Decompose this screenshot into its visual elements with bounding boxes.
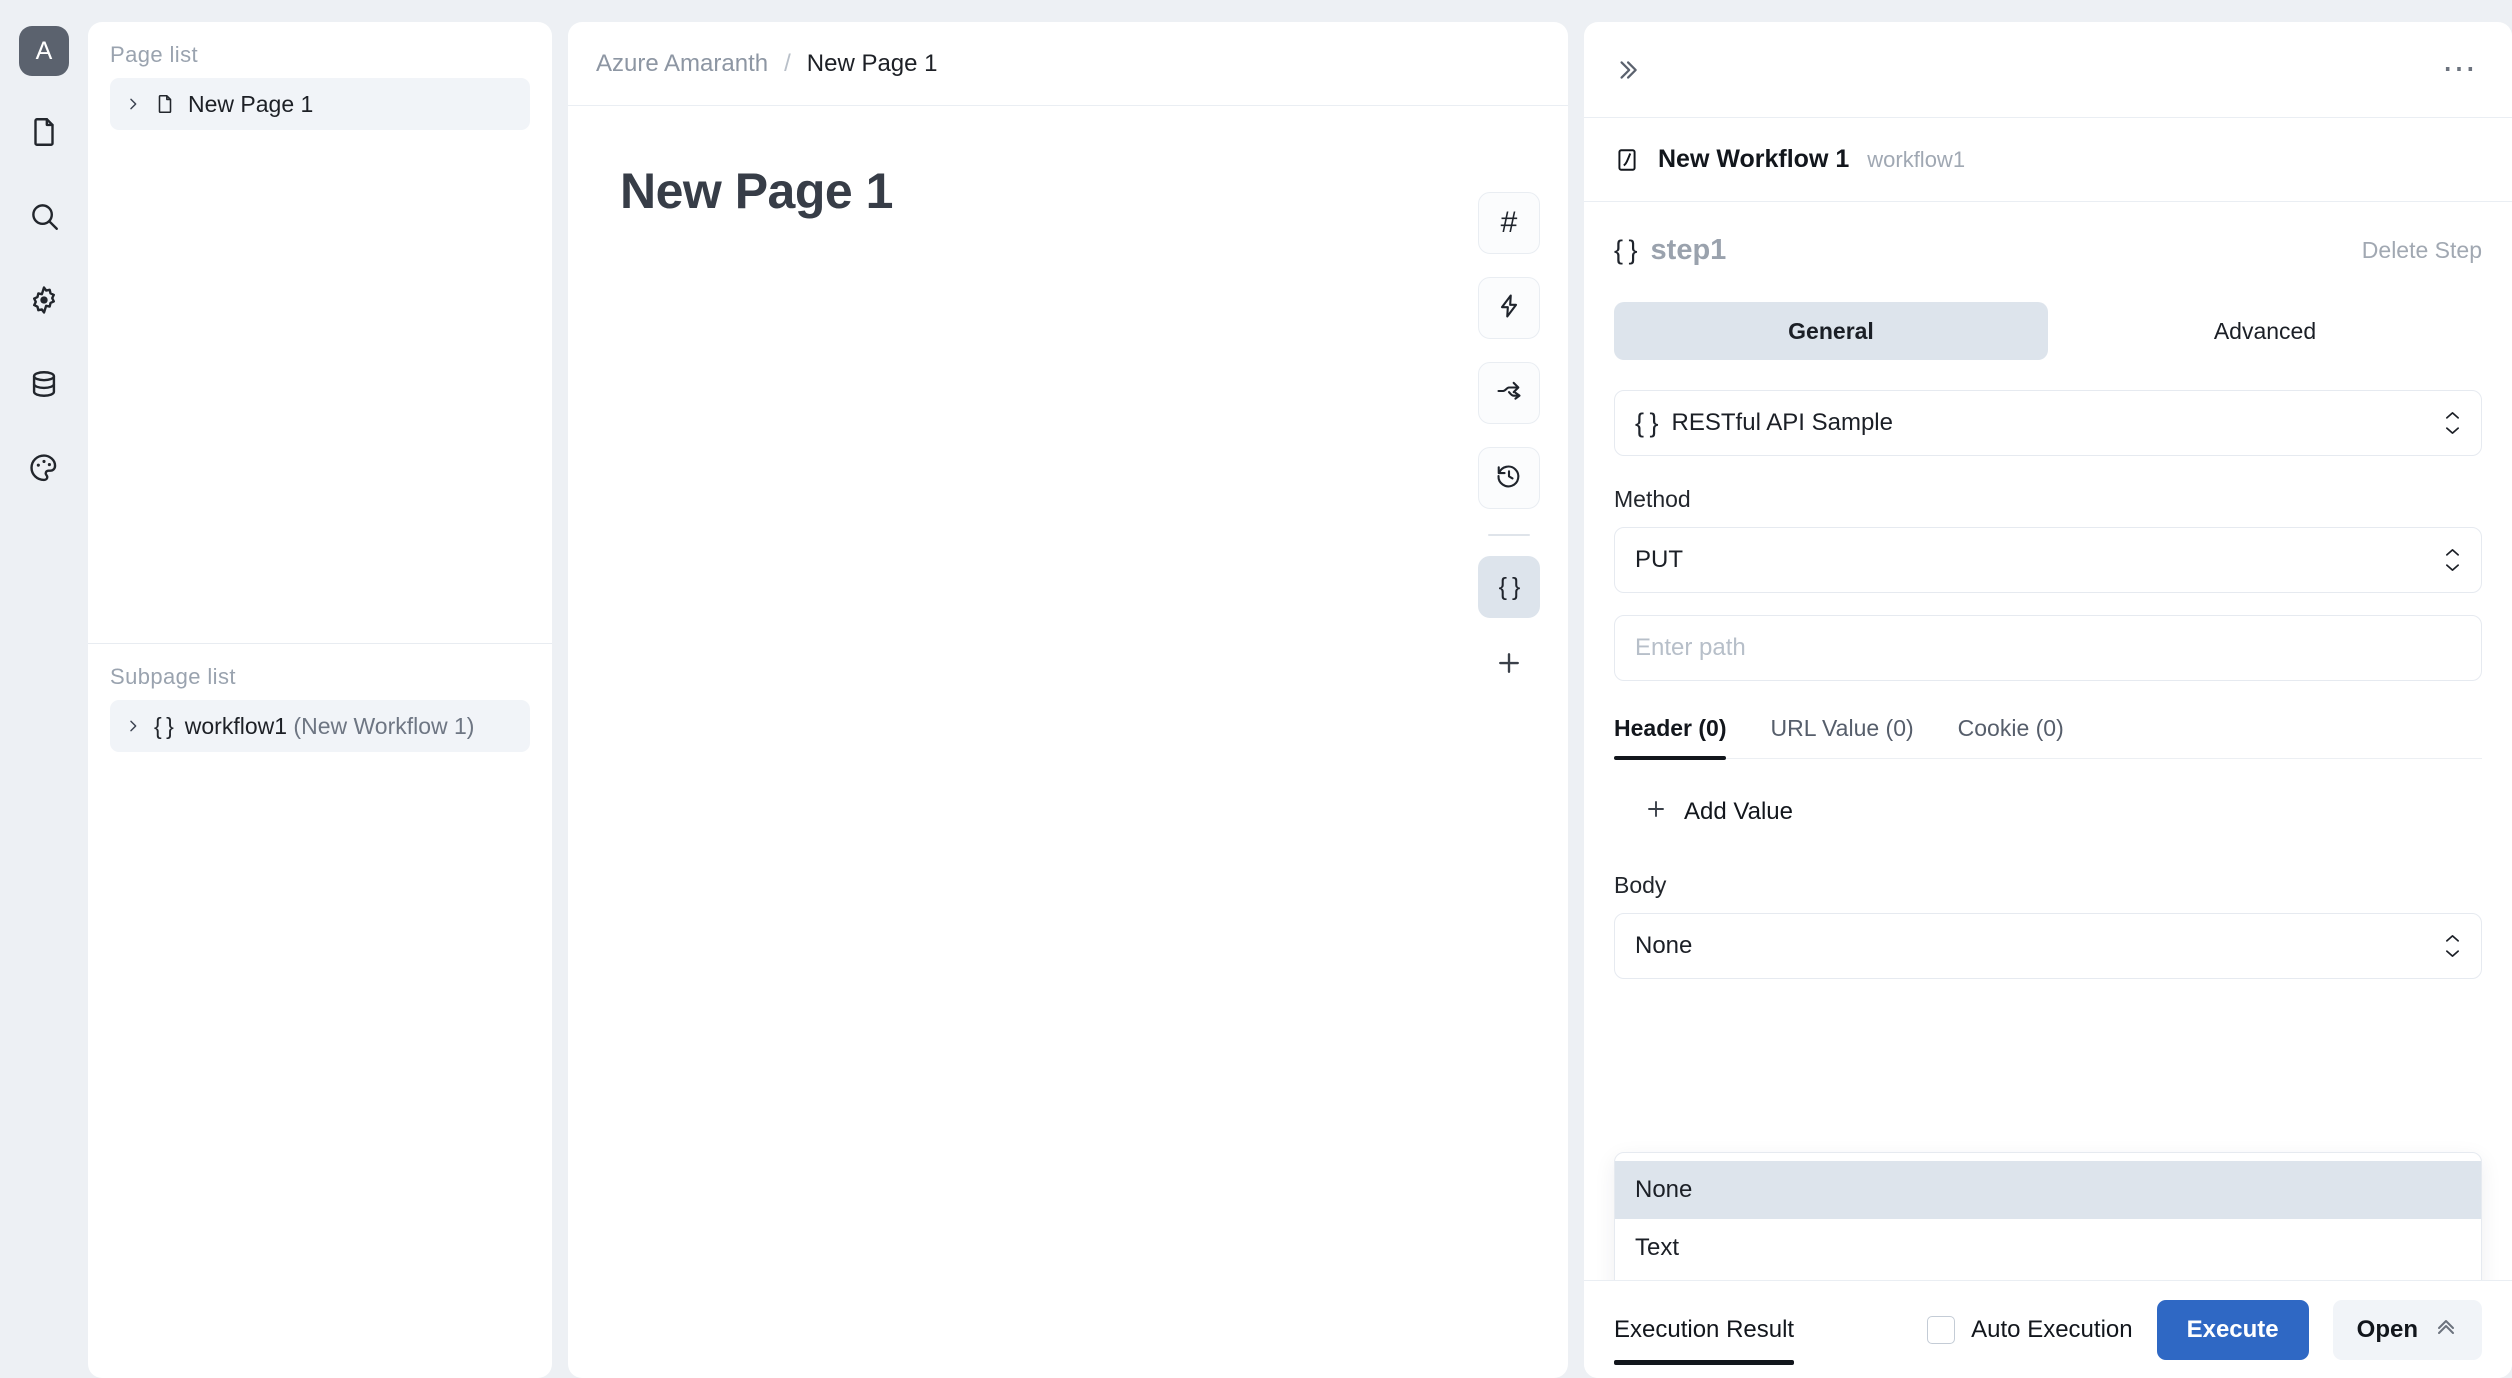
breadcrumb-root[interactable]: Azure Amaranth <box>596 50 768 78</box>
body-label: Body <box>1614 872 1667 898</box>
subpage-alias: (New Workflow 1) <box>293 712 475 739</box>
subpage-name: workflow1 <box>184 712 288 739</box>
inspector-footer: Execution Result Auto Execution Execute … <box>1584 1280 2512 1378</box>
document-canvas[interactable]: New Page 1 # {} <box>568 106 1568 1378</box>
database-icon[interactable] <box>16 356 72 412</box>
app-root: A Page list New Page 1 Subpage list {} … <box>0 0 2512 1378</box>
body-option-text[interactable]: Text <box>1615 1219 2481 1277</box>
tab-url-value[interactable]: URL Value (0) <box>1748 715 1935 758</box>
palette-icon[interactable] <box>16 440 72 496</box>
hash-icon: # <box>1500 206 1518 239</box>
add-block-button[interactable] <box>1478 641 1540 685</box>
page-list-item-label: New Page 1 <box>188 90 314 117</box>
editor-panel: Azure Amaranth / New Page 1 New Page 1 # <box>568 22 1568 1378</box>
file-icon <box>154 93 176 115</box>
history-tool-button[interactable] <box>1478 447 1540 509</box>
body-dropdown-menu[interactable]: None Text Form Form (Multipart) JSON <box>1614 1152 2482 1280</box>
stepper-icon <box>2444 410 2461 437</box>
chevron-double-up-icon <box>2434 1314 2458 1345</box>
body-select[interactable]: None <box>1614 913 2482 979</box>
breadcrumb: Azure Amaranth / New Page 1 <box>568 22 1568 106</box>
method-value: PUT <box>1635 546 1683 573</box>
tab-advanced[interactable]: Advanced <box>2048 302 2482 360</box>
document-title[interactable]: New Page 1 <box>620 162 1568 220</box>
lightning-icon <box>1495 292 1523 325</box>
chevron-double-right-icon[interactable] <box>1614 57 1640 83</box>
tab-execution-result[interactable]: Execution Result <box>1614 1281 1795 1378</box>
delete-step-button[interactable]: Delete Step <box>2362 237 2482 264</box>
action-tool-button[interactable] <box>1478 277 1540 339</box>
path-input[interactable]: Enter path <box>1614 615 2482 681</box>
subpage-item-workflow1[interactable]: { } workflow1 (New Workflow 1) <box>110 700 530 752</box>
braces-icon: { } <box>154 712 174 739</box>
workflow-tool-button[interactable]: { } <box>1478 556 1540 618</box>
tab-general[interactable]: General <box>1614 302 2048 360</box>
api-select-value-wrap: { } RESTful API Sample <box>1635 408 1893 439</box>
path-input-placeholder: Enter path <box>1635 634 1746 661</box>
stepper-icon <box>2444 547 2461 574</box>
workflow-name: New Workflow 1 <box>1658 145 1850 173</box>
subpage-list-label: Subpage list <box>110 664 236 689</box>
braces-icon: { } <box>1614 234 1638 265</box>
open-button-label: Open <box>2356 1315 2418 1343</box>
tab-header[interactable]: Header (0) <box>1614 715 1748 760</box>
add-value-label: Add Value <box>1684 797 1793 825</box>
page-list-spacer <box>88 130 552 643</box>
inspector-body: { } step1 Delete Step General Advanced {… <box>1584 202 2512 1280</box>
auto-execution-toggle[interactable]: Auto Execution <box>1927 1315 2133 1344</box>
auto-execution-checkbox[interactable] <box>1927 1315 1956 1344</box>
step-title: { } step1 <box>1614 234 1726 267</box>
breadcrumb-separator: / <box>784 49 791 77</box>
method-field-group: Method PUT <box>1614 486 2482 593</box>
more-horizontal-icon[interactable]: ⋯ <box>2442 52 2478 85</box>
plus-icon <box>1499 653 1519 673</box>
body-select-value: None <box>1635 932 1693 959</box>
branch-icon <box>1495 377 1523 410</box>
branch-tool-button[interactable] <box>1478 362 1540 424</box>
add-value-button[interactable]: Add Value <box>1644 797 1793 826</box>
inspector-panel: ⋯ New Workflow 1 workflow1 { } step1 Del… <box>1584 22 2512 1378</box>
auto-execution-label: Auto Execution <box>1971 1315 2133 1343</box>
center-region: Azure Amaranth / New Page 1 New Page 1 # <box>568 22 1568 1378</box>
page-list-item-new-page-1[interactable]: New Page 1 <box>110 78 530 130</box>
breadcrumb-current[interactable]: New Page 1 <box>807 50 938 78</box>
chevron-right-icon[interactable] <box>124 718 142 734</box>
search-icon[interactable] <box>16 188 72 244</box>
api-select[interactable]: { } RESTful API Sample <box>1614 390 2482 456</box>
toolbar-divider <box>1488 534 1530 536</box>
footer-actions: Auto Execution Execute Open <box>1927 1299 2482 1360</box>
heading-tool-button[interactable]: # <box>1478 192 1540 254</box>
workflow-id: workflow1 <box>1867 146 1966 172</box>
inspector-segmented-tabs: General Advanced <box>1614 302 2482 360</box>
api-select-value: RESTful API Sample <box>1671 409 1893 436</box>
inspector-header: ⋯ <box>1584 22 2512 118</box>
page-list-label: Page list <box>110 42 198 67</box>
method-label: Method <box>1614 486 1691 512</box>
history-icon <box>1495 462 1523 495</box>
step-header: { } step1 Delete Step <box>1614 202 2482 298</box>
block-toolbar: # {} <box>1478 192 1540 685</box>
subpage-item-label: workflow1 (New Workflow 1) <box>185 713 475 740</box>
open-button[interactable]: Open <box>2332 1299 2482 1360</box>
chevron-right-icon[interactable] <box>124 96 142 112</box>
tab-cookie[interactable]: Cookie (0) <box>1936 715 2086 758</box>
step-name[interactable]: step1 <box>1651 234 1727 267</box>
plus-icon <box>1644 797 1668 826</box>
left-icon-rail: A <box>0 0 88 1378</box>
method-select[interactable]: PUT <box>1614 527 2482 593</box>
avatar[interactable]: A <box>19 26 69 76</box>
document-icon[interactable] <box>16 104 72 160</box>
stepper-icon <box>2444 933 2461 960</box>
workflow-icon <box>1614 147 1640 173</box>
workflow-header: New Workflow 1 workflow1 <box>1584 118 2512 202</box>
gear-icon[interactable] <box>16 272 72 328</box>
braces-icon: { } <box>1498 572 1521 601</box>
body-option-form[interactable]: Form <box>1615 1277 2481 1280</box>
page-list-panel: Page list New Page 1 Subpage list { } wo… <box>88 22 552 1378</box>
value-tabs: Header (0) URL Value (0) Cookie (0) <box>1614 715 2482 760</box>
execute-button[interactable]: Execute <box>2156 1299 2309 1360</box>
braces-icon: { } <box>1635 407 1659 438</box>
body-field-group: Body None <box>1614 872 2482 979</box>
body-option-none[interactable]: None <box>1615 1161 2481 1219</box>
